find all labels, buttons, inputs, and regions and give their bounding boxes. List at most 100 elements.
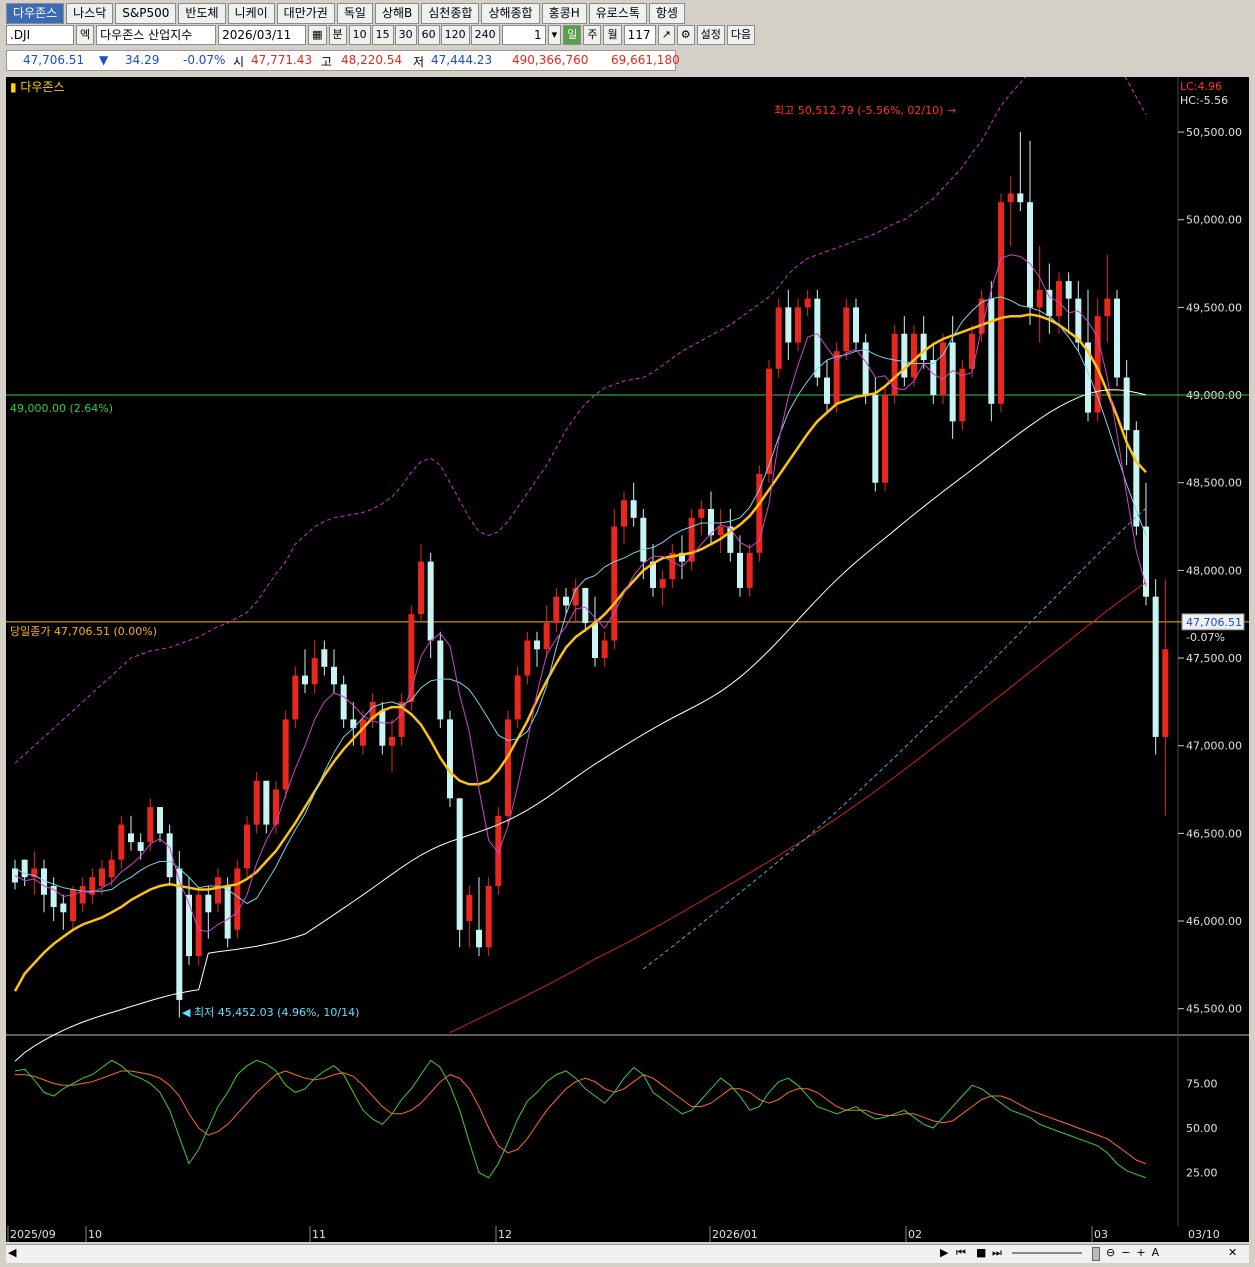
date-axis: 2025/09 10 11 12 2026/01 02 03 03/10 — [6, 1226, 1249, 1242]
day-button[interactable]: 일 — [563, 25, 582, 45]
candle-body — [456, 798, 463, 930]
period-button-15[interactable]: 15 — [371, 25, 394, 45]
tab-11[interactable]: 유로스톡 — [588, 3, 647, 24]
first-icon[interactable]: ⏮ — [956, 1246, 966, 1260]
candle-body — [688, 517, 695, 562]
close-icon[interactable]: ✕ — [1228, 1246, 1237, 1259]
line-49000-label: 49,000.00 (2.64%) — [10, 402, 113, 415]
candle-body — [1065, 281, 1072, 299]
zoom-slider[interactable] — [1012, 1252, 1082, 1254]
candle-body — [998, 202, 1004, 404]
candle-body — [814, 298, 821, 378]
candle-body — [746, 552, 753, 588]
week-button[interactable]: 주 — [583, 25, 602, 45]
candle-body — [737, 552, 743, 588]
open-value: 47,771.43 — [251, 53, 313, 67]
candle-body — [79, 885, 86, 904]
price-chart[interactable]: 50,500.00 50,000.00 49,500.00 49,000.00 48,5… — [6, 26, 1249, 1226]
y-tick-label: 47,500.00 — [1186, 652, 1242, 665]
candle-body — [1056, 281, 1062, 317]
candle-body — [205, 894, 212, 913]
tab-7[interactable]: 상해B — [374, 3, 420, 24]
tab-0[interactable]: 다우존스 — [6, 3, 65, 24]
tool-icons[interactable]: ⊖−+A — [1106, 1246, 1165, 1259]
candle-body — [524, 640, 531, 676]
candle-body — [360, 719, 366, 746]
chart-canvas[interactable]: 50,500.0050,000.0049,500.0049,000.0048,5… — [6, 26, 1249, 1226]
candle-body — [534, 640, 540, 650]
ma120-line — [449, 582, 1147, 1034]
high-annotation: 최고 50,512.79 (-5.56%, 02/10) → — [774, 104, 956, 117]
candle-body — [215, 877, 221, 904]
candle-body — [447, 719, 453, 799]
calendar-icon[interactable]: ▦ — [308, 25, 327, 45]
lc-label: LC:4.96 — [1180, 80, 1222, 93]
candle-body — [1036, 289, 1043, 308]
period-button-10[interactable]: 10 — [348, 25, 371, 45]
chart-scrollbar[interactable]: ◀ ▶ ⏮ ■ ⏭ ⊖−+A ✕ — [6, 1244, 1249, 1263]
candle-body — [988, 298, 995, 404]
candle-body — [592, 622, 598, 659]
candle-body — [1152, 596, 1159, 737]
candle-body — [302, 675, 308, 685]
minute-button[interactable]: 분 — [328, 25, 347, 45]
chart-toolbar: .DJI 엑 다우존스 산업지수 2026/03/11 ▦ 분 10 15 30 60… — [6, 25, 756, 45]
gear-icon[interactable]: ⚙ — [676, 25, 695, 45]
date-input[interactable]: 2026/03/11 — [218, 25, 307, 45]
candle-body — [543, 622, 550, 650]
bollinger-lower — [642, 507, 1147, 970]
candle-body — [872, 395, 879, 483]
scroll-right-icon[interactable]: ▶ — [940, 1246, 948, 1259]
tab-9[interactable]: 상해종합 — [481, 3, 540, 24]
tab-3[interactable]: 반도체 — [178, 3, 226, 24]
last-icon[interactable]: ⏭ — [992, 1246, 1002, 1260]
low-label: 저 — [413, 55, 425, 69]
tab-6[interactable]: 독일 — [336, 3, 373, 24]
candle-body — [418, 561, 424, 615]
close-line-label: 당일종가 47,706.51 (0.00%) — [10, 624, 157, 638]
period-button-120[interactable]: 120 — [440, 25, 470, 45]
bollinger-upper — [14, 26, 1147, 764]
candle-body — [1104, 298, 1111, 317]
tab-4[interactable]: 니케이 — [227, 3, 275, 24]
candle-body — [553, 596, 560, 623]
candle-body — [485, 885, 492, 948]
candle-body — [882, 395, 888, 483]
tab-5[interactable]: 대만가권 — [276, 3, 335, 24]
tab-10[interactable]: 홍콩H — [541, 3, 587, 24]
candle-body — [1007, 193, 1014, 203]
tab-1[interactable]: 나스닥 — [66, 3, 114, 24]
line-tool-icon[interactable]: ↗ — [657, 25, 675, 45]
y-tick-label: 47,000.00 — [1186, 740, 1242, 753]
candle-body — [911, 333, 917, 378]
y-tick-label: 50,500.00 — [1186, 126, 1242, 139]
count-spinner-icon[interactable]: ▾ — [547, 25, 562, 45]
tab-2[interactable]: S&P500 — [115, 3, 177, 24]
candle-body — [157, 807, 163, 834]
period-button-60[interactable]: 60 — [417, 25, 440, 45]
code-input[interactable]: .DJI — [6, 25, 74, 45]
scroll-left-icon[interactable]: ◀ — [8, 1246, 16, 1259]
candle-body — [824, 377, 830, 404]
stop-icon[interactable]: ■ — [976, 1246, 986, 1259]
code-search-button[interactable]: 엑 — [76, 25, 95, 45]
x-axis-label: 2026/01 — [712, 1228, 758, 1241]
tab-12[interactable]: 항셍 — [648, 3, 685, 24]
zoom-handle[interactable] — [1092, 1247, 1100, 1261]
y-tick-label: 49,500.00 — [1186, 301, 1242, 314]
ma5-line — [14, 254, 1147, 933]
candle-body — [920, 333, 927, 360]
candle-body — [717, 526, 724, 536]
candle-body — [601, 640, 608, 659]
bar-count-input[interactable]: 117 — [623, 25, 656, 45]
candle-body — [128, 833, 134, 843]
tab-8[interactable]: 심천종합 — [421, 3, 480, 24]
candle-body — [1123, 377, 1130, 431]
count-input[interactable]: 1 — [501, 25, 546, 45]
period-button-240[interactable]: 240 — [470, 25, 500, 45]
next-button[interactable]: 다음 — [726, 25, 756, 45]
settings-button[interactable]: 설정 — [696, 25, 725, 45]
period-button-30[interactable]: 30 — [394, 25, 417, 45]
month-button[interactable]: 월 — [603, 25, 622, 45]
candle-body — [176, 868, 183, 1000]
